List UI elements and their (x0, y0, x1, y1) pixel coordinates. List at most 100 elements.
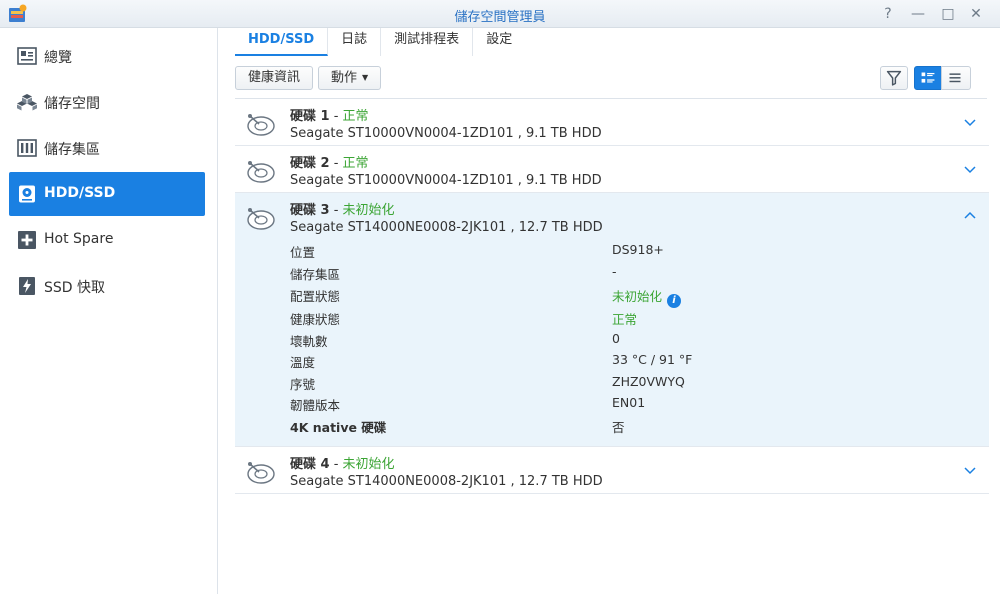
maximize-button[interactable]: □ (938, 4, 958, 24)
detail-row-4k-native: 4K native 硬碟 否 (290, 417, 970, 437)
health-info-label: 健康資訊 (248, 70, 301, 85)
detail-value: 否 (612, 420, 625, 435)
detail-value: DS918+ (612, 242, 664, 257)
detail-row-serial: 序號 ZHZ0VWYQ (290, 374, 970, 394)
disk-status: 正常 (342, 109, 369, 124)
disk-title: 硬碟 3 - 未初始化 (290, 199, 395, 218)
detail-value: ZHZ0VWYQ (612, 374, 685, 389)
sidebar-item-label: 儲存集區 (44, 142, 100, 158)
disk-row-1[interactable]: 硬碟 1 - 正常 Seagate ST10000VN0004-1ZD101 ,… (235, 99, 989, 146)
chevron-down-icon[interactable] (963, 463, 977, 477)
disk-model: Seagate ST10000VN0004-1ZD101 , 9.1 TB HD… (290, 173, 602, 188)
sidebar-item-label: HDD/SSD (44, 185, 116, 201)
detail-value: 0 (612, 331, 620, 346)
caret-down-icon: ▼ (362, 73, 369, 82)
hot-spare-icon (18, 231, 36, 249)
hdd-disk-icon (247, 462, 275, 484)
disk-dash: - (329, 457, 343, 472)
chevron-down-icon[interactable] (963, 115, 977, 129)
disk-status: 正常 (342, 156, 369, 171)
disk-name: 硬碟 3 (290, 203, 330, 218)
tab-bar: HDD/SSD 日誌 測試排程表 設定 (235, 28, 525, 58)
sidebar-item-storage-pool[interactable]: 儲存空間 (9, 80, 205, 124)
minimize-icon: — (911, 6, 925, 22)
detail-label: 4K native 硬碟 (290, 420, 387, 435)
detail-row-temperature: 溫度 33 °C / 91 °F (290, 352, 970, 372)
detail-row-volume: 儲存集區 - (290, 264, 970, 284)
detail-label: 壞軌數 (290, 334, 328, 349)
health-info-button[interactable]: 健康資訊 (235, 66, 314, 90)
minimize-button[interactable]: — (908, 4, 928, 24)
sidebar-item-label: SSD 快取 (44, 280, 106, 296)
ssd-cache-icon (19, 277, 35, 295)
detail-label: 儲存集區 (290, 267, 341, 282)
tab-test-schedule[interactable]: 測試排程表 (381, 28, 474, 56)
disk-name: 硬碟 4 (290, 457, 330, 472)
detail-value: 正常 (612, 312, 638, 327)
disk-model: Seagate ST10000VN0004-1ZD101 , 9.1 TB HD… (290, 126, 602, 141)
detail-label: 配置狀態 (290, 289, 341, 304)
list-icon (949, 73, 961, 83)
disk-dash: - (329, 203, 343, 218)
chevron-up-icon[interactable] (963, 209, 977, 223)
sidebar-item-label: 總覽 (44, 50, 72, 66)
sidebar-item-overview[interactable]: 總覽 (9, 34, 205, 78)
detail-row-firmware: 韌體版本 EN01 (290, 395, 970, 415)
disk-dash: - (329, 109, 343, 124)
detail-value: 33 °C / 91 °F (612, 352, 693, 367)
detail-value: 未初始化 i (612, 286, 682, 308)
detail-row-location: 位置 DS918+ (290, 242, 970, 262)
disk-model: Seagate ST14000NE0008-2JK101 , 12.7 TB H… (290, 220, 603, 235)
detail-value: EN01 (612, 395, 646, 410)
tab-hdd-ssd[interactable]: HDD/SSD (235, 28, 329, 56)
detail-label: 健康狀態 (290, 312, 341, 327)
disk-model: Seagate ST14000NE0008-2JK101 , 12.7 TB H… (290, 474, 603, 489)
overview-icon (17, 47, 37, 65)
filter-icon (886, 70, 902, 86)
action-label: 動作 (331, 70, 358, 86)
sidebar-item-label: Hot Spare (44, 231, 114, 247)
hdd-disk-icon (247, 161, 275, 183)
disk-row-3[interactable]: 硬碟 3 - 未初始化 Seagate ST14000NE0008-2JK101… (235, 193, 989, 447)
disk-title: 硬碟 1 - 正常 (290, 105, 369, 124)
sidebar-item-hot-spare[interactable]: Hot Spare (9, 218, 205, 262)
disk-title: 硬碟 2 - 正常 (290, 152, 369, 171)
detail-list-icon (921, 72, 935, 83)
main-panel: HDD/SSD 日誌 測試排程表 設定 健康資訊 動作 ▼ 硬碟 1 - 正常 … (219, 28, 1000, 594)
disk-status: 未初始化 (342, 203, 395, 218)
hdd-icon (19, 185, 35, 203)
disk-row-4[interactable]: 硬碟 4 - 未初始化 Seagate ST14000NE0008-2JK101… (235, 447, 989, 494)
close-icon: ✕ (970, 6, 982, 22)
hdd-disk-icon (247, 114, 275, 136)
maximize-icon: □ (941, 6, 955, 22)
allocation-status-text: 未初始化 (612, 289, 663, 304)
disk-name: 硬碟 2 (290, 156, 330, 171)
detail-label: 位置 (290, 245, 316, 260)
disk-dash: - (329, 156, 343, 171)
info-icon[interactable]: i (667, 294, 682, 308)
disk-name: 硬碟 1 (290, 109, 330, 124)
title-bar: 儲存空間管理員 ? — □ ✕ (0, 0, 1000, 28)
detail-row-bad-sectors: 壞軌數 0 (290, 331, 970, 351)
disk-title: 硬碟 4 - 未初始化 (290, 453, 395, 472)
sidebar-item-volume[interactable]: 儲存集區 (9, 126, 205, 170)
detail-row-allocation-status: 配置狀態 未初始化 i (290, 286, 970, 308)
help-button[interactable]: ? (878, 4, 898, 24)
detail-view-button[interactable] (914, 66, 942, 90)
hdd-disk-icon (247, 208, 275, 230)
sidebar-item-hdd-ssd[interactable]: HDD/SSD (9, 172, 205, 216)
storage-pool-icon (17, 94, 37, 111)
disk-row-2[interactable]: 硬碟 2 - 正常 Seagate ST10000VN0004-1ZD101 ,… (235, 146, 989, 193)
sidebar-item-label: 儲存空間 (44, 96, 100, 112)
sidebar-item-ssd-cache[interactable]: SSD 快取 (9, 264, 205, 308)
chevron-down-icon[interactable] (963, 162, 977, 176)
filter-button[interactable] (880, 66, 908, 90)
help-icon: ? (884, 6, 892, 22)
close-button[interactable]: ✕ (966, 4, 986, 24)
action-button[interactable]: 動作 ▼ (318, 66, 382, 90)
list-view-button[interactable] (941, 66, 971, 90)
window-title: 儲存空間管理員 (454, 10, 546, 25)
tab-log[interactable]: 日誌 (328, 28, 382, 56)
tab-settings[interactable]: 設定 (473, 28, 525, 56)
detail-value: - (612, 264, 617, 279)
